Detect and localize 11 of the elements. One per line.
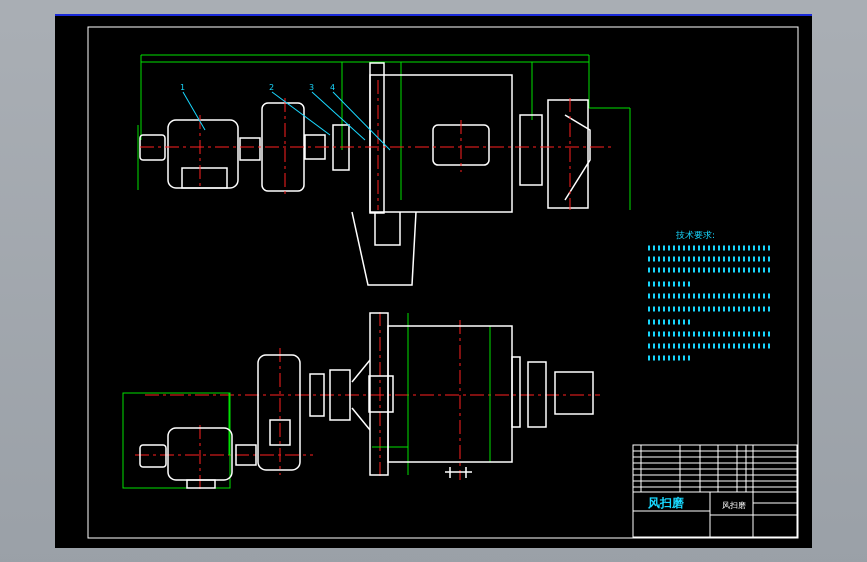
drawing-name: 风扫磨	[722, 501, 746, 510]
part-number: 3	[309, 83, 314, 92]
leader-line	[312, 92, 366, 140]
leader-line	[272, 92, 330, 136]
drawing-title: 风扫磨	[648, 496, 684, 510]
part-number: 1	[180, 83, 186, 92]
part-number: 4	[330, 83, 336, 92]
leader-line	[332, 92, 390, 150]
notes-heading: 技术要求:	[676, 231, 716, 241]
leader-line	[182, 92, 206, 130]
part-number: 2	[269, 83, 274, 92]
